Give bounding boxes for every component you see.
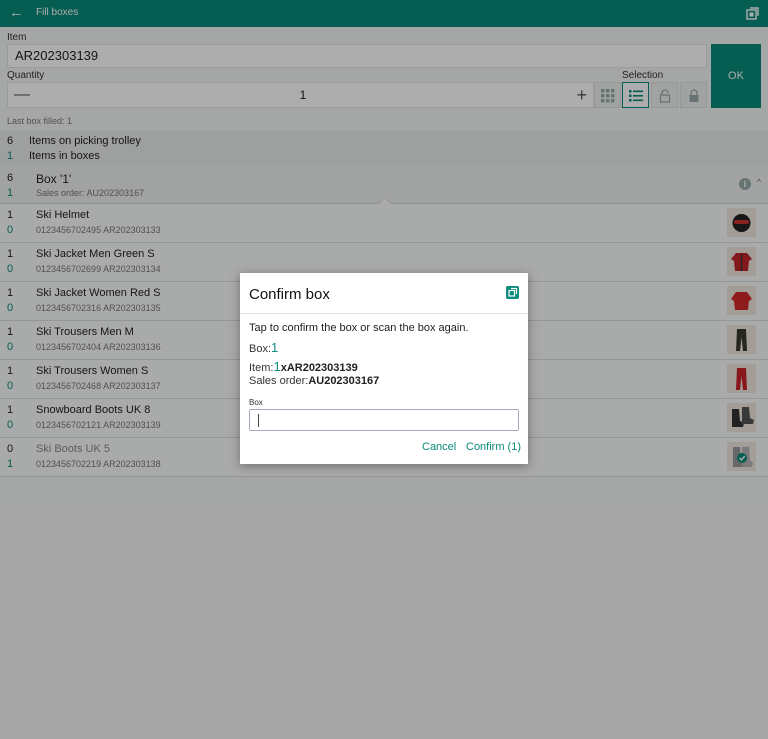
dialog-box-line: Box:1 bbox=[249, 340, 278, 355]
dialog-order-label: Sales order: bbox=[249, 375, 309, 387]
dialog-order-line: Sales order:AU202303167 bbox=[249, 375, 379, 387]
cancel-button[interactable]: Cancel bbox=[422, 441, 456, 453]
scan-icon[interactable] bbox=[506, 286, 519, 299]
dialog-instruction: Tap to confirm the box or scan the box a… bbox=[249, 322, 469, 334]
dialog-title: Confirm box bbox=[249, 286, 330, 303]
text-caret bbox=[258, 414, 259, 427]
dialog-item-label: Item: bbox=[249, 362, 274, 374]
dialog-input-label: Box bbox=[249, 398, 263, 407]
dialog-box-label: Box: bbox=[249, 343, 272, 355]
box-input[interactable] bbox=[249, 409, 519, 431]
dialog-box-value: 1 bbox=[271, 340, 279, 355]
confirm-button[interactable]: Confirm (1) bbox=[466, 441, 521, 453]
dialog-order-value: AU202303167 bbox=[308, 375, 380, 387]
dialog-item-qty: 1 bbox=[273, 359, 281, 374]
dialog-item-line: Item:1xAR202303139 bbox=[249, 359, 358, 374]
confirm-box-dialog: Confirm box Tap to confirm the box or sc… bbox=[240, 273, 528, 464]
dialog-item-value: AR202303139 bbox=[286, 362, 358, 374]
dialog-divider bbox=[240, 313, 528, 314]
